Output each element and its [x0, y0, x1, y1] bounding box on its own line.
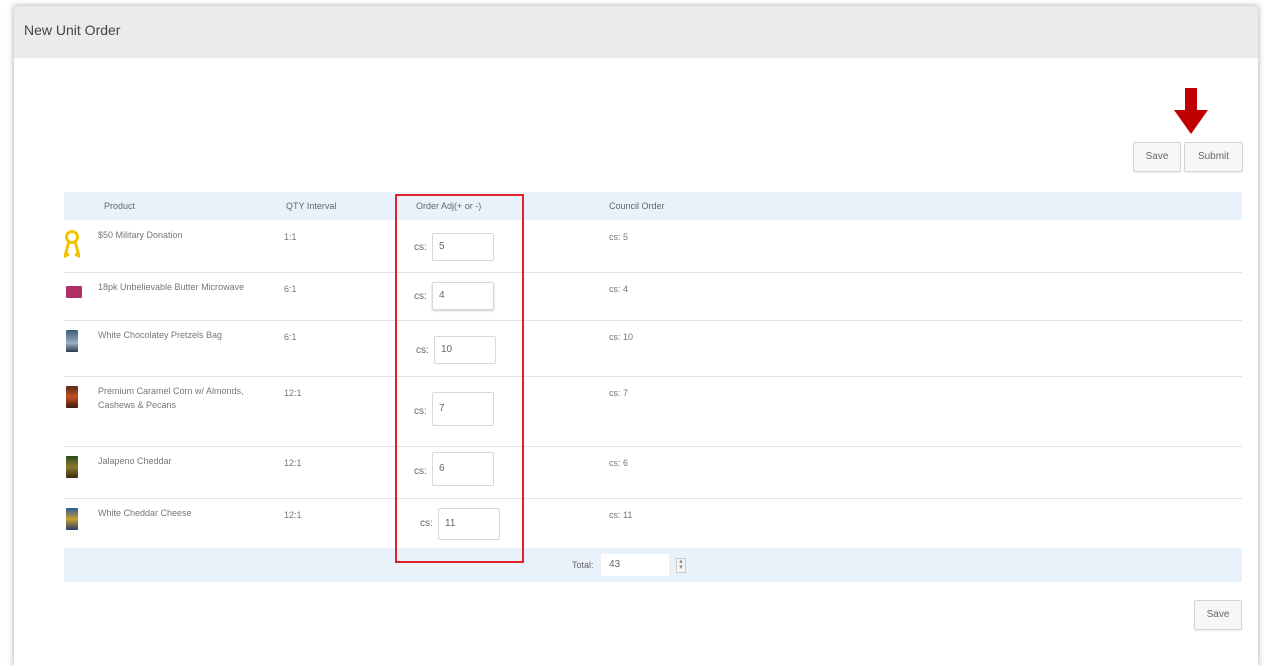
- save-button[interactable]: Save: [1133, 142, 1181, 172]
- total-label: Total:: [572, 560, 594, 570]
- product-name: White Cheddar Cheese: [98, 508, 192, 518]
- council-order: cs: 5: [609, 232, 629, 242]
- total-input[interactable]: 43: [601, 554, 669, 576]
- table-footer: Total: 43 ▴ ▾: [64, 548, 1242, 582]
- qty-interval: 6:1: [284, 332, 297, 342]
- council-order: cs: 7: [609, 388, 629, 398]
- arrow-down-icon: [1174, 88, 1208, 134]
- header-council-order: Council Order: [609, 201, 665, 211]
- product-name: Jalapeno Cheddar: [98, 456, 172, 466]
- table-row: Jalapeno Cheddar 12:1 cs: 6 cs: 6: [64, 446, 1242, 499]
- annotation-highlight-box: [395, 194, 524, 563]
- table-row: $50 Military Donation 1:1 cs: 5 cs: 5: [64, 220, 1242, 273]
- submit-button[interactable]: Submit: [1184, 142, 1243, 172]
- table-header: Product QTY Interval Order Adj(+ or -) C…: [64, 192, 1242, 220]
- council-order: cs: 11: [609, 510, 633, 520]
- ribbon-icon: [64, 230, 80, 258]
- spinner-icon[interactable]: ▴ ▾: [676, 558, 686, 573]
- title-bar: New Unit Order: [14, 6, 1258, 58]
- header-qty-interval: QTY Interval: [286, 201, 337, 211]
- popcorn-pack-icon: [66, 286, 82, 298]
- bottom-save-button[interactable]: Save: [1194, 600, 1242, 630]
- table-row: White Cheddar Cheese 12:1 cs: 11 cs: 11: [64, 498, 1242, 548]
- qty-interval: 1:1: [284, 232, 297, 242]
- jalapeno-bag-icon: [66, 456, 78, 478]
- product-name: 18pk Unbelievable Butter Microwave: [98, 282, 245, 292]
- product-name: White Chocolatey Pretzels Bag: [98, 330, 223, 340]
- council-order: cs: 10: [609, 332, 634, 342]
- page-title: New Unit Order: [24, 22, 121, 38]
- table-row: 18pk Unbelievable Butter Microwave 6:1 c…: [64, 272, 1242, 321]
- table-row: Premium Caramel Corn w/ Almonds, Cashews…: [64, 376, 1242, 447]
- council-order: cs: 6: [609, 458, 629, 468]
- caramel-corn-icon: [66, 386, 78, 408]
- table-row: White Chocolatey Pretzels Bag 6:1 cs: 10…: [64, 320, 1242, 377]
- qty-interval: 12:1: [284, 458, 302, 468]
- qty-interval: 12:1: [284, 510, 302, 520]
- order-window: New Unit Order Save Submit Product QTY I…: [14, 6, 1258, 666]
- pretzel-bag-icon: [66, 330, 78, 352]
- council-order: cs: 4: [609, 284, 629, 294]
- header-product: Product: [104, 201, 136, 211]
- qty-interval: 12:1: [284, 388, 302, 398]
- product-name: Premium Caramel Corn w/ Almonds, Cashews…: [98, 386, 244, 410]
- product-name: $50 Military Donation: [98, 230, 183, 240]
- cheddar-bag-icon: [66, 508, 78, 530]
- qty-interval: 6:1: [284, 284, 297, 294]
